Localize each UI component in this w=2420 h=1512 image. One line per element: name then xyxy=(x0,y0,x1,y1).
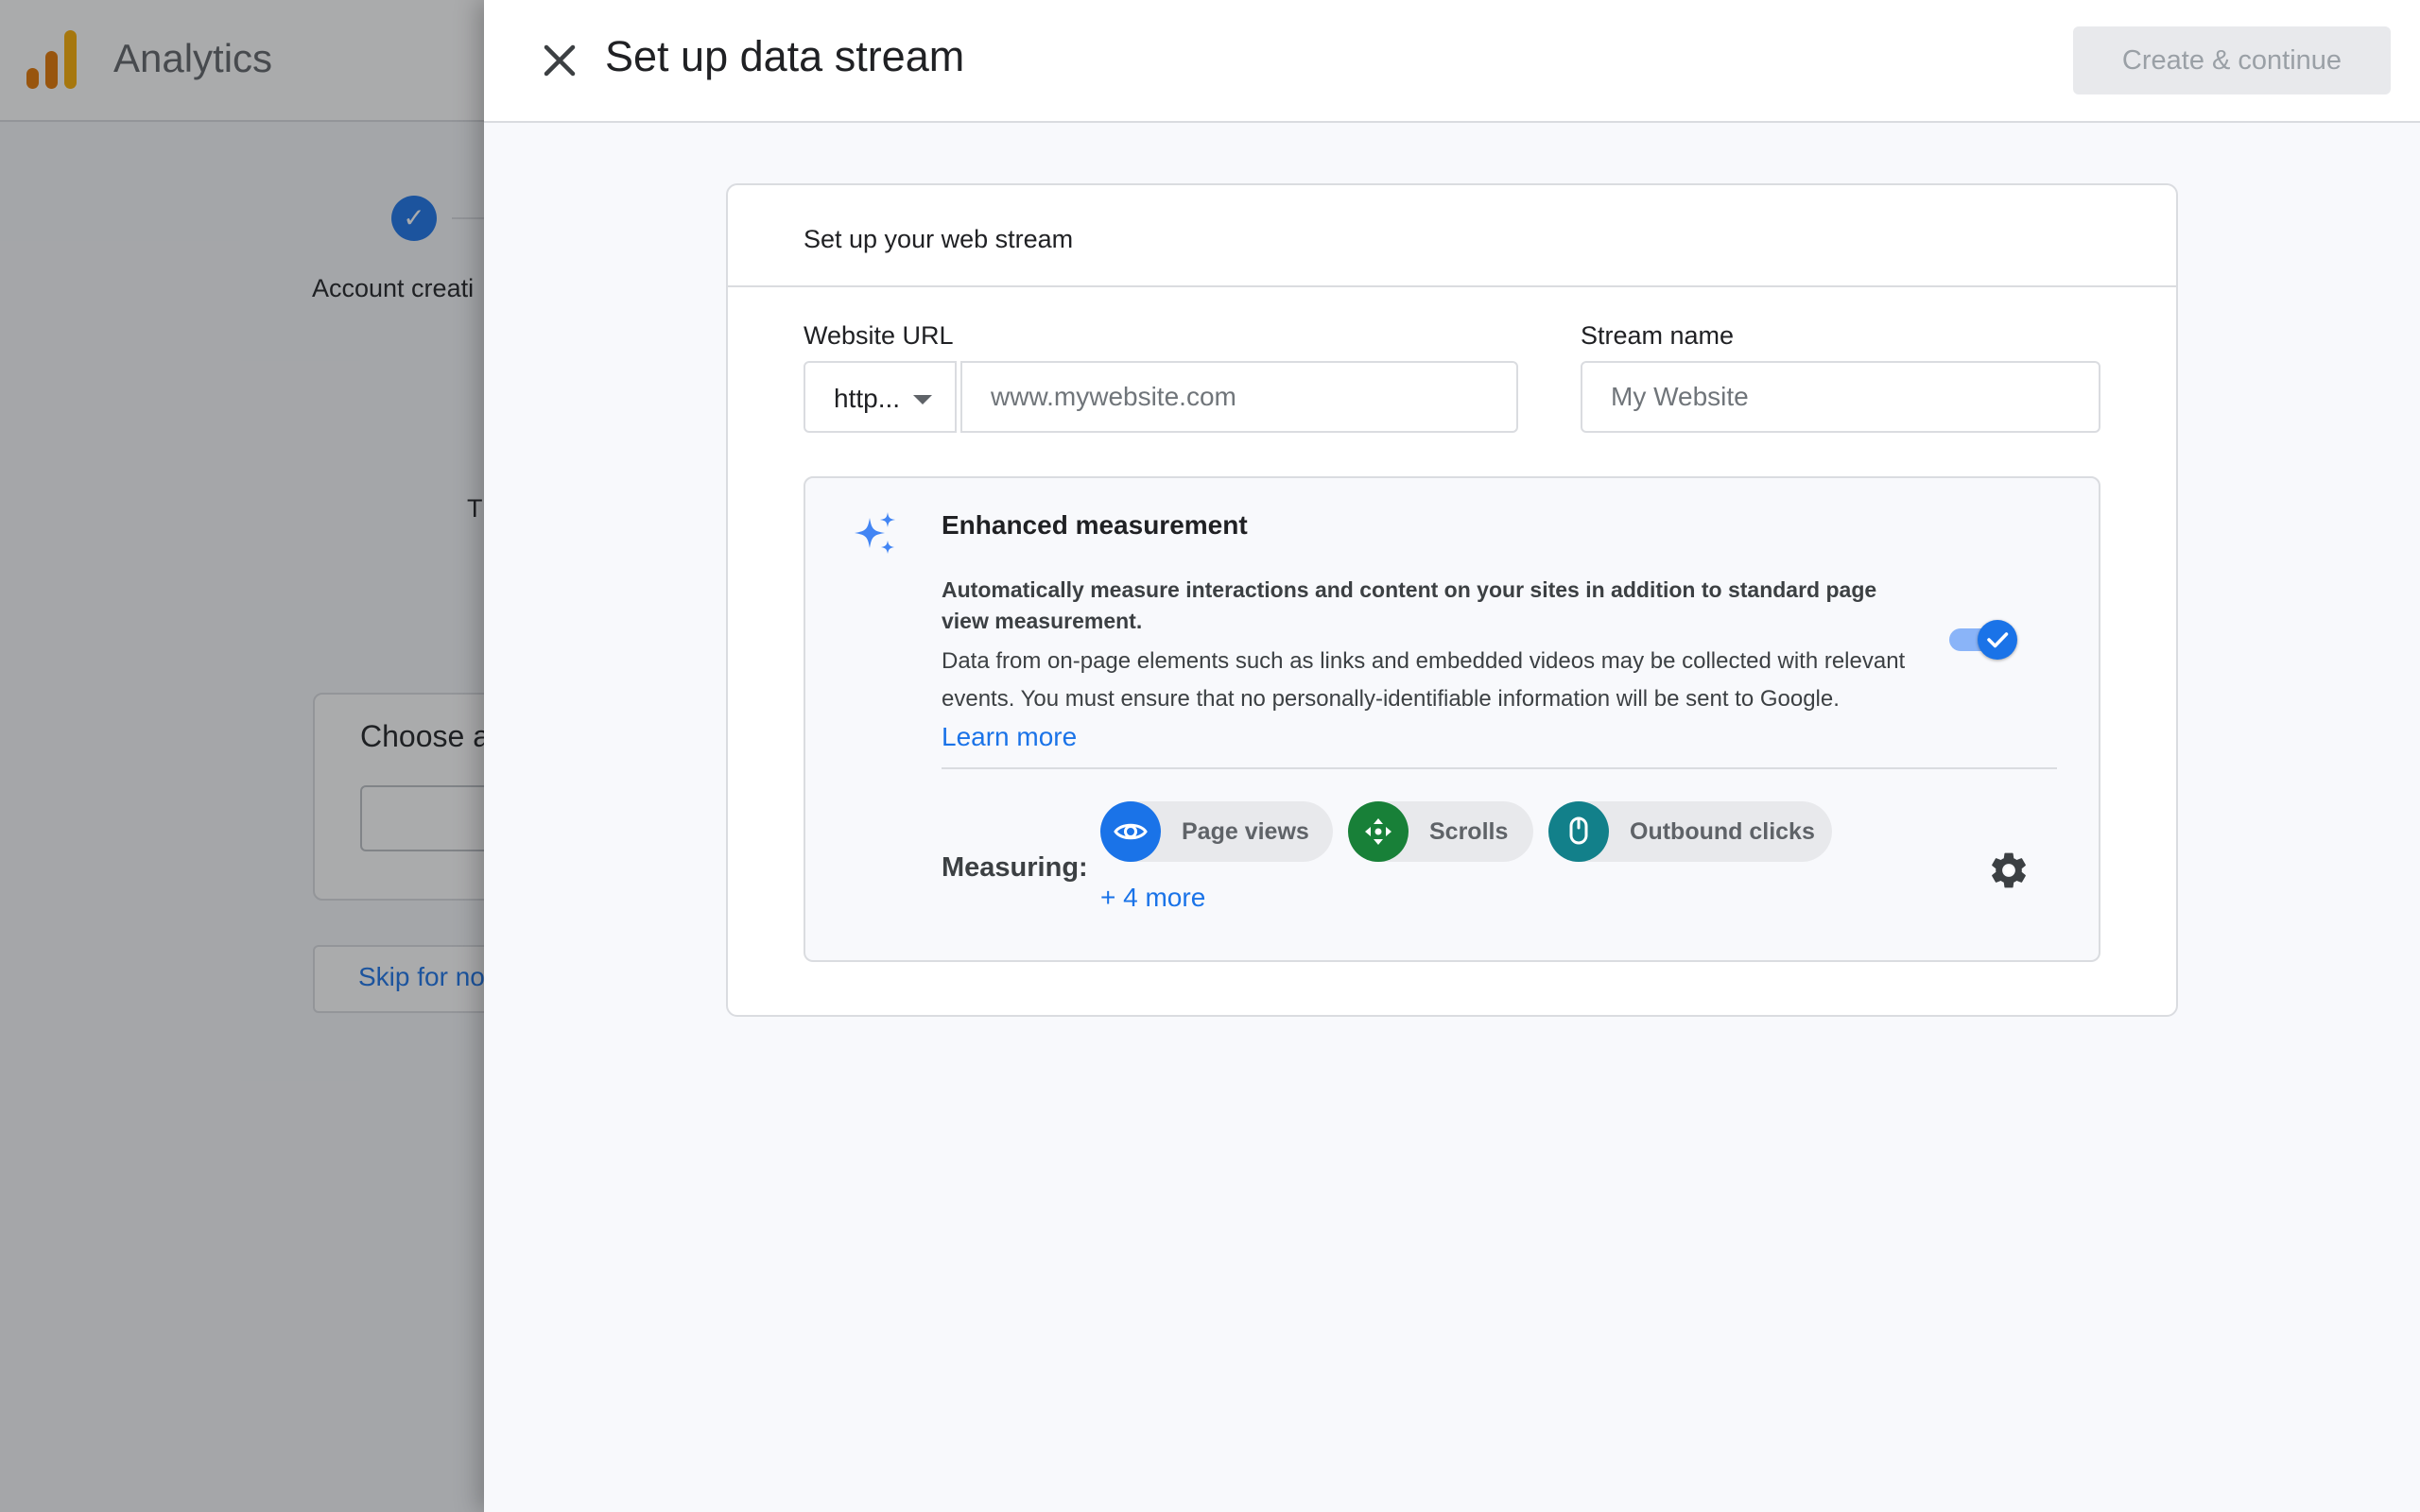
stream-name-input[interactable] xyxy=(1581,361,2100,433)
chip-scrolls: Scrolls xyxy=(1348,801,1533,862)
scroll-icon xyxy=(1365,818,1392,845)
chip-label: Scrolls xyxy=(1429,818,1509,845)
web-stream-card: Set up your web stream Website URL http.… xyxy=(726,183,2178,1017)
chip-outbound-clicks: Outbound clicks xyxy=(1548,801,1832,862)
learn-more-link[interactable]: Learn more xyxy=(942,722,1077,751)
enhanced-measurement-description: Data from on-page elements such as links… xyxy=(942,643,1906,758)
enhanced-measurement-toggle[interactable] xyxy=(1947,618,2017,662)
enhanced-measurement-summary: Automatically measure interactions and c… xyxy=(942,577,1877,633)
protocol-value: http... xyxy=(834,384,901,413)
enhanced-measurement-section: Enhanced measurement Automatically measu… xyxy=(804,476,2100,962)
chip-icon-circle xyxy=(1348,801,1409,862)
settings-button[interactable] xyxy=(1987,849,2031,892)
dropdown-arrow-icon xyxy=(913,395,932,404)
website-url-label: Website URL xyxy=(804,321,954,350)
website-url-input[interactable] xyxy=(960,361,1518,433)
description-text: Data from on-page elements such as links… xyxy=(942,648,1906,712)
toggle-knob xyxy=(1978,620,2017,660)
divider xyxy=(942,767,2057,769)
more-measurements-link[interactable]: + 4 more xyxy=(1100,883,1205,913)
stream-name-label: Stream name xyxy=(1581,321,1735,350)
chip-label: Outbound clicks xyxy=(1630,818,1815,845)
mouse-icon xyxy=(1569,816,1588,845)
setup-data-stream-panel: Set up data stream Create & continue Set… xyxy=(484,0,2420,1512)
chip-page-views: Page views xyxy=(1100,801,1333,862)
create-continue-button[interactable]: Create & continue xyxy=(2073,26,2391,94)
eye-icon xyxy=(1114,823,1148,840)
close-icon xyxy=(544,44,576,77)
close-button[interactable] xyxy=(535,36,584,85)
card-title: Set up your web stream xyxy=(804,225,1074,253)
page-title: Set up data stream xyxy=(605,32,965,80)
card-header: Set up your web stream xyxy=(728,185,2176,287)
protocol-select[interactable]: http... xyxy=(804,361,957,433)
panel-header: Set up data stream Create & continue xyxy=(484,0,2420,123)
chip-icon-circle xyxy=(1100,801,1161,862)
sparkle-icon xyxy=(855,512,895,554)
measuring-label: Measuring: xyxy=(942,852,1088,883)
enhanced-measurement-title: Enhanced measurement xyxy=(942,510,1248,540)
gear-icon xyxy=(1992,852,2026,888)
chip-icon-circle xyxy=(1548,801,1609,862)
checkmark-icon xyxy=(1987,632,2009,648)
chip-label: Page views xyxy=(1182,818,1309,845)
